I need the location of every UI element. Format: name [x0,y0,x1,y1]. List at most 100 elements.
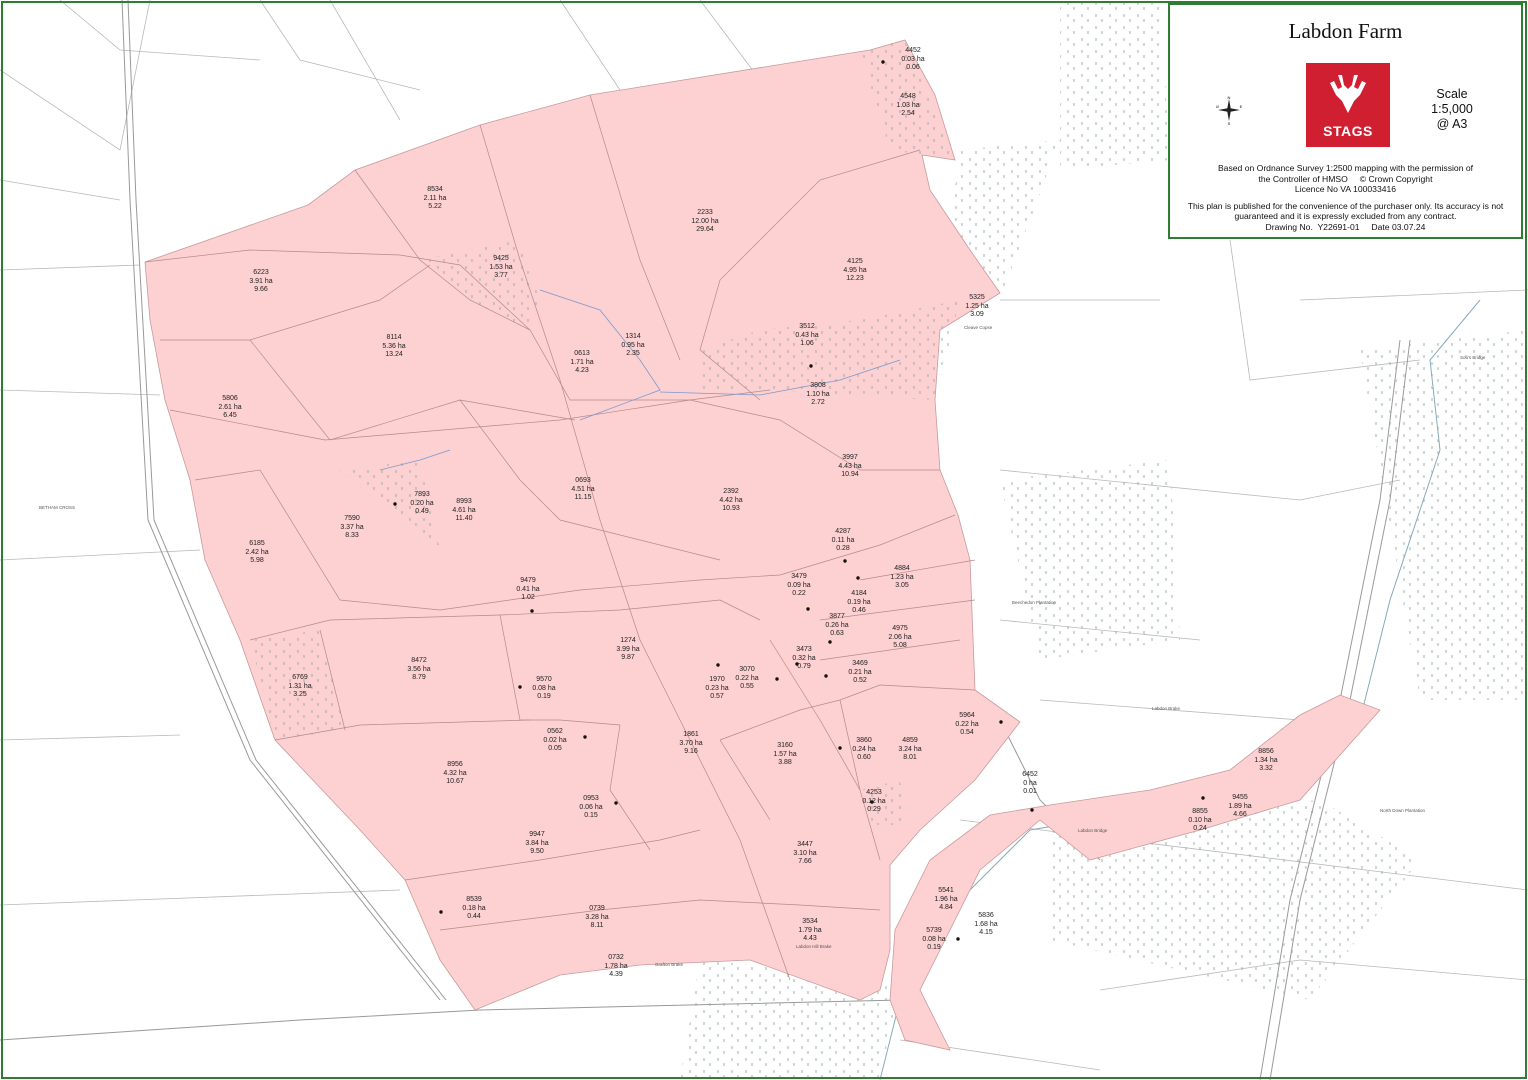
place-name: North Down Plantation [1380,808,1426,813]
os-line-1: Based on Ordnance Survey 1:2500 mapping … [1217,163,1474,173]
parcel-ac: 29.64 [696,226,714,233]
parcel-label: 5806 2.61 ha 6.45 [200,395,260,421]
parcel-id: 8856 [1258,748,1274,755]
parcel-id: 8114 [386,334,402,341]
parcel-label: 2392 4.42 ha 10.93 [701,488,761,514]
parcel-ac: 8.01 [903,754,917,761]
parcel-ac: 5.98 [250,557,264,564]
parcel-id: 5325 [969,294,985,301]
parcel-label: 3473 0.32 ha 0.79 [774,646,834,672]
parcel-label: 4548 1.03 ha 2.54 [878,93,938,119]
parcel-id: 4452 [905,47,921,54]
parcel-label: 2233 12.00 ha 29.64 [675,209,735,235]
parcel-label: 8472 3.56 ha 8.79 [389,657,449,683]
parcel-ac: 5.08 [893,642,907,649]
parcel-ac: 0.15 [584,812,598,819]
parcel-ac: 11.15 [574,494,592,501]
parcel-ha: 2.11 ha [423,194,447,202]
parcel-id: 4253 [866,789,882,796]
parcel-label: 0562 0.02 ha 0.05 [525,728,585,754]
parcel-id: 4975 [892,625,908,632]
parcel-ha: 5.36 ha [382,342,406,350]
parcel-label: 4884 1.23 ha 3.05 [872,565,932,591]
parcel-ha: 1.23 ha [890,573,914,581]
parcel-ac: 0.79 [797,663,811,670]
parcel-id: 0953 [583,795,599,802]
parcel-ha: 0.43 ha [795,331,819,339]
parcel-id: 6185 [249,540,265,547]
parcel-id: 0732 [608,954,624,961]
parcel-id: 3997 [842,454,858,461]
parcel-label: 4253 0.12 ha 0.29 [844,789,904,815]
place-name: Sou's Bridge [1460,355,1486,360]
parcel-ha: 4.95 ha [843,266,867,274]
parcel-ac: 10.93 [722,505,740,512]
parcel-label: 8993 4.61 ha 11.40 [434,498,494,524]
parcel-ha: 0.10 ha [1188,816,1212,824]
parcel-ac: 7.66 [798,858,812,865]
map-page: 4452 0.03 ha 0.06 4548 1.03 ha 2.54 8534 2.11 h… [0,0,1528,1080]
parcel-ha: 1.96 ha [934,895,958,903]
place-name: Cleave Copse [964,325,993,330]
parcel-ha: 1.53 ha [489,263,513,271]
parcel-id: 4125 [847,258,863,265]
parcel-label: 3479 0.09 ha 0.22 [769,573,829,599]
parcel-id: 6452 [1022,771,1038,778]
parcel-label: 5739 0.08 ha 0.19 [904,927,964,953]
parcel-id: 0562 [547,728,563,735]
parcel-label: 8956 4.32 ha 10.67 [425,761,485,787]
parcel-ha: 4.61 ha [452,506,476,514]
parcel-label: 5325 1.25 ha 3.09 [947,294,1007,320]
parcel-ac: 3.09 [970,311,984,318]
parcel-label: 8856 1.34 ha 3.32 [1236,748,1296,774]
parcel-label: 4287 0.11 ha 0.28 [813,528,873,554]
place-name: Beechedon Plantation [1012,600,1057,605]
parcel-label: 7590 3.37 ha 8.33 [322,515,382,541]
parcel-ha: 0.18 ha [462,904,486,912]
parcel-label: 9570 0.08 ha 0.19 [514,676,574,702]
parcel-ha: 3.91 ha [249,277,273,285]
parcel-label: 3512 0.43 ha 1.06 [777,323,837,349]
parcel-ac: 3.25 [293,691,307,698]
parcel-ac: 11.40 [455,515,473,522]
parcel-id: 4884 [894,565,910,572]
parcel-ha: 1.79 ha [798,926,822,934]
parcel-ac: 0.24 [1193,825,1207,832]
parcel-ha: 0.95 ha [621,341,645,349]
parcel-id: 3808 [810,382,826,389]
parcel-ha: 0.32 ha [792,654,816,662]
parcel-ha: 3.99 ha [616,645,640,653]
parcel-ac: 8.79 [412,674,426,681]
parcel-ac: 9.16 [684,748,698,755]
place-name: Grafton Brake [655,962,684,967]
parcel-id: 5541 [938,887,954,894]
parcel-label: 9479 0.41 ha 1.02 [498,577,558,603]
parcel-id: 3070 [739,666,755,673]
parcel-label: 0953 0.06 ha 0.15 [561,795,621,821]
parcel-id: 4184 [851,590,867,597]
parcel-ha: 1.10 ha [806,390,830,398]
parcel-id: 1314 [625,333,641,340]
place-name: Labdon Hill Brake [796,944,832,949]
parcel-ha: 3.84 ha [525,839,549,847]
parcel-ha: 0.19 ha [847,598,871,606]
parcel-ac: 5.22 [428,203,442,210]
scale-paper: @ A3 [1436,117,1468,131]
parcel-id: 5964 [959,712,975,719]
parcel-label: 4184 0.19 ha 0.46 [829,590,889,616]
parcel-id: 1970 [709,676,725,683]
parcel-ac: 0.29 [867,806,881,813]
parcel-ha: 1.71 ha [570,358,594,366]
parcel-id: 0613 [574,350,590,357]
parcel-ha: 0.03 ha [901,55,925,63]
parcel-ac: 2.72 [811,399,825,406]
legend-panel: Labdon Farm N S E W STAGS Scale 1:5,000 … [1168,3,1523,239]
parcel-label: 5964 0.22 ha 0.54 [937,712,997,738]
parcel-label: 6452 0 ha 0.01 [1000,771,1060,797]
parcel-id: 8993 [456,498,472,505]
parcel-ac: 9.50 [530,848,544,855]
parcel-ac: 0.19 [927,944,941,951]
parcel-ac: 0.63 [830,630,844,637]
parcel-ha: 3.28 ha [585,913,609,921]
parcel-id: 3473 [796,646,812,653]
